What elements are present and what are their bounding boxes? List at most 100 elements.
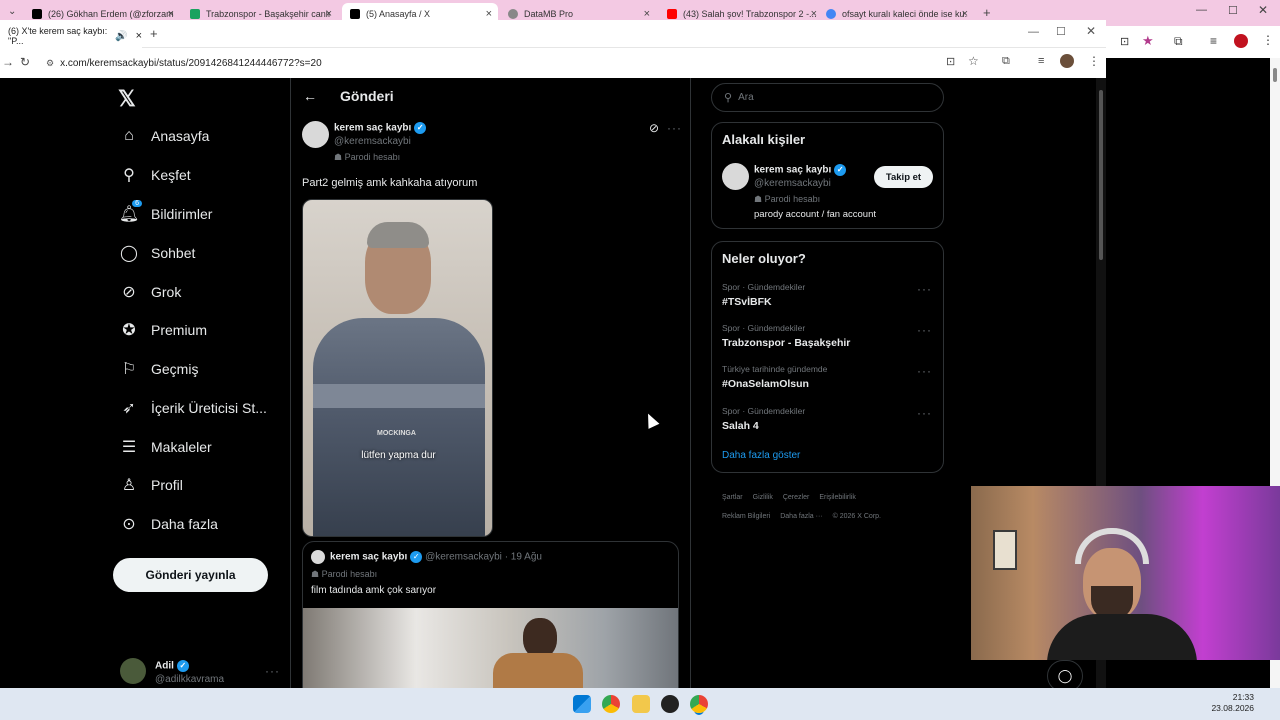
trend-item[interactable]: Spor · Gündemdekiler #TSvİBFK ··· bbox=[722, 282, 932, 308]
tab-search-icon[interactable]: ≡ bbox=[1038, 55, 1044, 67]
post-video[interactable]: MOCKINGA lütfen yapma dur bbox=[302, 199, 493, 537]
close-icon[interactable]: × bbox=[168, 8, 174, 20]
forward-icon[interactable]: → bbox=[2, 55, 14, 69]
bookmark-star-icon[interactable]: ☆ bbox=[968, 54, 979, 68]
new-tab-icon[interactable]: + bbox=[983, 5, 991, 20]
mask-icon: ☗ bbox=[754, 194, 765, 204]
post-author[interactable]: kerem saç kaybı ✓ bbox=[334, 122, 427, 134]
related-bio: parody account / fan account bbox=[754, 209, 876, 220]
back-arrow-icon[interactable]: ← bbox=[303, 88, 317, 104]
verified-icon: ✓ bbox=[414, 122, 427, 134]
nav-chat[interactable]: ◯ Sohbet bbox=[118, 242, 195, 264]
close-icon[interactable]: × bbox=[644, 8, 650, 20]
maximize-icon[interactable]: ☐ bbox=[1228, 4, 1238, 17]
nav-notifications[interactable]: 🔔︎ 6 Bildirimler bbox=[118, 200, 212, 225]
footer-link[interactable]: Şartlar bbox=[722, 494, 743, 501]
minimize-icon[interactable]: — bbox=[1196, 4, 1207, 16]
nav-explore[interactable]: ⚲ Keşfet bbox=[118, 164, 191, 186]
nav-premium[interactable]: ✪ Premium bbox=[118, 319, 207, 341]
account-switcher[interactable]: Adil ✓ @adilkkavrama ··· bbox=[120, 658, 290, 688]
nav-more[interactable]: ⊙ Daha fazla bbox=[118, 513, 218, 535]
search-input[interactable]: ⚲ Ara bbox=[711, 83, 944, 112]
close-icon[interactable]: × bbox=[811, 8, 817, 20]
nav-home[interactable]: ⌂ Anasayfa bbox=[118, 125, 209, 147]
show-more-link[interactable]: Daha fazla göster bbox=[722, 450, 800, 461]
nav-label: Keşfet bbox=[151, 167, 191, 183]
footer-link[interactable]: Reklam Bilgileri bbox=[722, 513, 770, 520]
menu-list-icon[interactable]: ≡ bbox=[1210, 34, 1217, 48]
footer-link[interactable]: Erişilebilirlik bbox=[819, 494, 856, 501]
trend-name: #OnaSelamOlsun bbox=[722, 378, 809, 390]
trend-item[interactable]: Spor · Gündemdekiler Trabzonspor - Başakş… bbox=[722, 323, 932, 349]
account-handle: @adilkkavrama bbox=[155, 674, 225, 685]
follow-button[interactable]: Takip et bbox=[874, 166, 933, 188]
avatar[interactable] bbox=[302, 121, 329, 148]
reload-icon[interactable]: ↻ bbox=[20, 55, 30, 69]
nav-articles[interactable]: ☰ Makaleler bbox=[118, 436, 212, 458]
footer-link[interactable]: Gizlilik bbox=[753, 494, 773, 501]
extensions-icon[interactable]: ⧉ bbox=[1002, 55, 1010, 68]
install-icon[interactable]: ⊡ bbox=[946, 55, 955, 68]
close-window-icon[interactable]: ✕ bbox=[1258, 3, 1268, 17]
app-icon[interactable] bbox=[661, 695, 679, 713]
close-window-icon[interactable]: ✕ bbox=[1086, 24, 1096, 38]
related-handle[interactable]: @keremsackaybi bbox=[754, 178, 831, 189]
extensions-icon[interactable]: ⧉ bbox=[1174, 34, 1183, 49]
tab-label: (43) Salah şov! Trabzonspor 2 -... bbox=[683, 8, 817, 19]
more-dots-icon[interactable]: ··· bbox=[917, 364, 932, 378]
maximize-icon[interactable]: ☐ bbox=[1056, 25, 1066, 38]
footer-link[interactable]: Çerezler bbox=[783, 494, 809, 501]
nav-creator-studio[interactable]: ➶ İçerik Üreticisi St... bbox=[118, 397, 267, 419]
scrollbar-thumb[interactable] bbox=[1099, 90, 1103, 260]
system-clock[interactable]: 21:33 23.08.2026 bbox=[1204, 692, 1254, 714]
mask-icon: ☗ bbox=[334, 152, 345, 162]
screen-icon[interactable]: ⊡ bbox=[1120, 35, 1129, 48]
windows-start-icon[interactable] bbox=[573, 695, 591, 713]
video-jacket-stripe bbox=[313, 384, 485, 408]
site-info-icon[interactable]: ⚙ bbox=[46, 58, 54, 69]
more-dots-icon[interactable]: ··· bbox=[917, 282, 932, 296]
nav-grok[interactable]: ⊘ Grok bbox=[118, 281, 181, 303]
post-handle[interactable]: @keremsackaybi bbox=[334, 136, 411, 147]
close-icon[interactable]: × bbox=[486, 8, 492, 20]
quoted-post[interactable]: kerem saç kaybı ✓ @keremsackaybi · 19 Ağu… bbox=[302, 541, 679, 701]
grok-icon[interactable]: ⊘ bbox=[649, 121, 659, 135]
close-icon[interactable]: × bbox=[326, 8, 332, 20]
column-divider bbox=[290, 78, 291, 688]
trend-category: Spor · Gündemdekiler bbox=[722, 406, 806, 416]
trend-item[interactable]: Spor · Gündemdekiler Salah 4 ··· bbox=[722, 406, 932, 432]
trend-item[interactable]: Türkiye tarihinde gündemde #OnaSelamOlsun… bbox=[722, 364, 932, 390]
close-icon[interactable]: × bbox=[136, 30, 142, 42]
post-button[interactable]: Gönderi yayınla bbox=[113, 558, 268, 592]
kebab-icon[interactable]: ⋮ bbox=[1262, 33, 1274, 47]
chrome-icon[interactable] bbox=[690, 695, 708, 713]
related-name[interactable]: kerem saç kaybı ✓ bbox=[754, 164, 847, 176]
avatar[interactable] bbox=[722, 163, 749, 190]
more-dots-icon[interactable]: ··· bbox=[667, 121, 682, 135]
more-dots-icon[interactable]: ··· bbox=[917, 406, 932, 420]
tab-list-icon[interactable]: ⌄ bbox=[8, 6, 16, 17]
new-tab-icon[interactable]: + bbox=[150, 26, 158, 41]
x-logo-icon[interactable]: 𝕏 bbox=[118, 86, 136, 112]
footer-link[interactable]: Daha fazla ··· bbox=[780, 513, 822, 520]
kebab-icon[interactable]: ⋮ bbox=[1088, 54, 1100, 68]
chrome-icon[interactable] bbox=[602, 695, 620, 713]
mask-icon: ☗ bbox=[311, 569, 322, 579]
url-field[interactable]: ⚙ x.com/keremsackaybi/status/20914268412… bbox=[42, 52, 1032, 74]
nav-profile[interactable]: ♙ Profil bbox=[118, 474, 183, 496]
front-browser-tab[interactable]: (6) X'te kerem saç kaybı: "P... 🔊 × bbox=[0, 24, 142, 48]
speaker-icon[interactable]: 🔊 bbox=[115, 31, 127, 42]
more-dots-icon[interactable]: ··· bbox=[265, 664, 280, 678]
youtube-icon bbox=[667, 8, 677, 19]
related-people-card: Alakalı kişiler kerem saç kaybı ✓ @kerems… bbox=[711, 122, 944, 229]
minimize-icon[interactable]: — bbox=[1028, 26, 1039, 38]
scrollbar-thumb[interactable] bbox=[1273, 68, 1277, 82]
star-icon[interactable]: ★ bbox=[1142, 33, 1154, 49]
more-dots-icon[interactable]: ··· bbox=[917, 323, 932, 337]
close-icon[interactable]: × bbox=[962, 8, 968, 20]
folder-icon[interactable] bbox=[632, 695, 650, 713]
avatar[interactable] bbox=[1060, 54, 1074, 68]
avatar bbox=[120, 658, 146, 684]
nav-bookmarks[interactable]: ⚐ Geçmiş bbox=[118, 358, 199, 380]
profile-icon[interactable] bbox=[1234, 34, 1248, 48]
